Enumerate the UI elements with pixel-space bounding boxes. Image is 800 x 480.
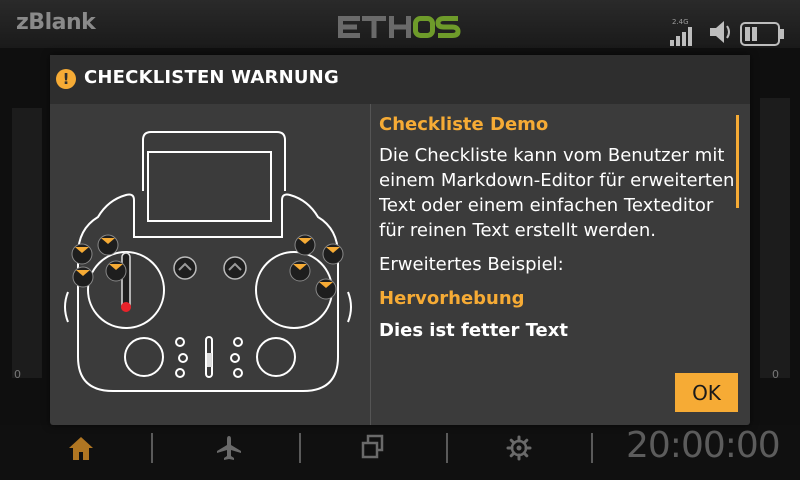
separator [591, 433, 593, 463]
ethos-logo [336, 14, 462, 44]
separator [151, 433, 153, 463]
separator [299, 433, 301, 463]
status-icons: 2.4G [670, 8, 800, 48]
checklist-content[interactable]: Checkliste Demo Die Checkliste kann vom … [379, 113, 739, 373]
radio-transmitter-icon [58, 107, 368, 423]
gear-icon[interactable] [505, 434, 533, 462]
left-value: 0 [14, 368, 21, 381]
timer-display[interactable]: 20:00:00 [626, 425, 781, 466]
content-bold-text: Dies ist fetter Text [379, 320, 568, 341]
checklist-warning-dialog: ! CHECKLISTEN WARNUNG Checkliste Demo Di… [50, 55, 750, 425]
dialog-header: ! CHECKLISTEN WARNUNG [50, 55, 750, 104]
model-name[interactable]: zBlank [16, 10, 96, 35]
home-icon[interactable] [66, 434, 96, 462]
battery-icon [740, 22, 784, 46]
scrollbar[interactable] [736, 115, 739, 208]
right-value: 0 [772, 368, 779, 381]
top-bar: zBlank 2.4G [0, 0, 800, 48]
speaker-icon [710, 21, 730, 43]
signal-bars-icon [670, 27, 692, 46]
warning-icon: ! [56, 69, 76, 89]
separator [446, 433, 448, 463]
dialog-divider [370, 104, 371, 425]
content-paragraph: Erweitertes Beispiel: [379, 254, 564, 275]
background-widget-left [12, 108, 42, 378]
content-heading: Hervorhebung [379, 288, 525, 309]
dialog-title: CHECKLISTEN WARNUNG [84, 67, 339, 88]
layers-icon[interactable] [360, 434, 386, 460]
content-heading: Checkliste Demo [379, 114, 549, 135]
content-paragraph: Die Checkliste kann vom Benutzer mit ein… [379, 145, 735, 241]
ok-button[interactable]: OK [675, 373, 738, 412]
rf-band-label: 2.4G [672, 18, 689, 26]
airplane-icon[interactable] [215, 434, 243, 462]
background-widget-right [760, 98, 790, 378]
